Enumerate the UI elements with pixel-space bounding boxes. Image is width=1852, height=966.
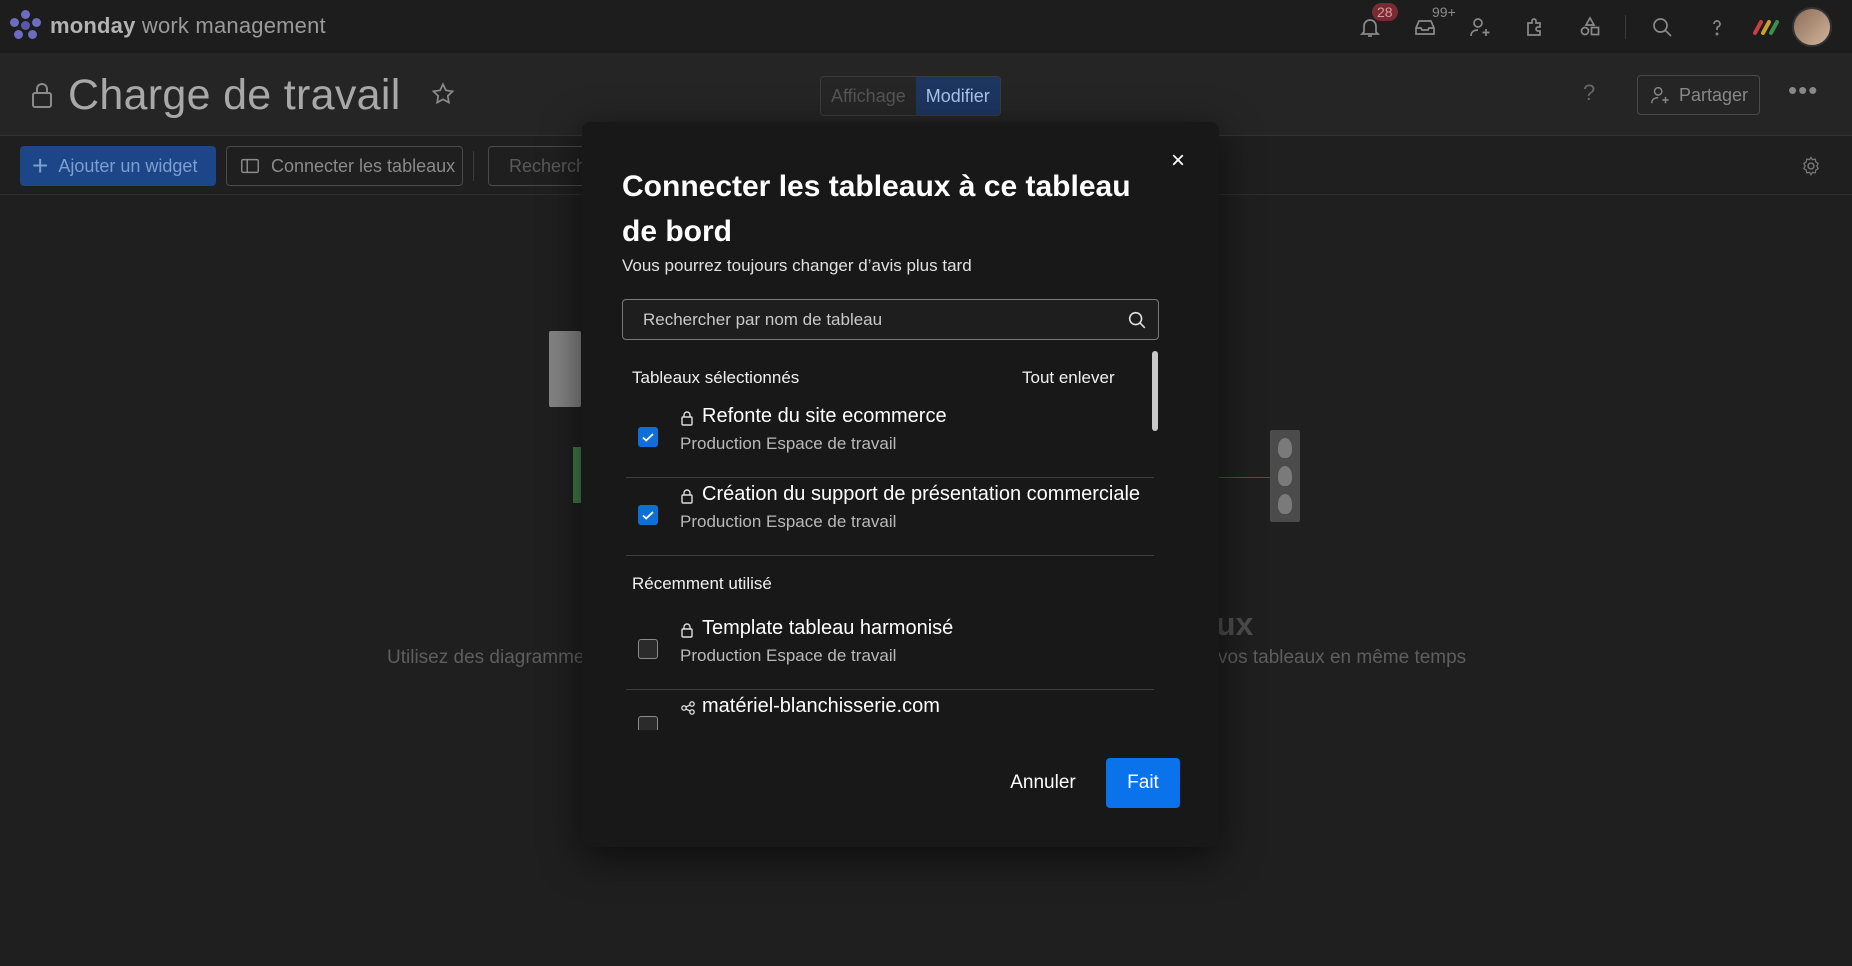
brand[interactable]: monday work management [10,10,326,42]
board-name: matériel-blanchisserie.com [702,695,940,717]
workspace-name: Production Espace de travail [680,512,897,531]
marketplace-icon [1580,15,1599,35]
checkbox-checked[interactable] [638,505,658,525]
add-widget-button[interactable]: + Ajouter un widget [20,146,216,186]
add-user-icon [1469,17,1489,36]
lock-icon [681,623,693,638]
board-list: Tableaux sélectionnés Tout enlever Refon… [622,352,1182,730]
list-item[interactable]: Refonte du site ecommerce Production Esp… [626,400,1154,478]
cancel-button[interactable]: Annuler [996,758,1090,808]
board-layout-icon [241,158,259,174]
connect-boards-button[interactable]: Connecter les tableaux [226,146,463,186]
connect-boards-label: Connecter les tableaux [271,155,456,176]
close-icon[interactable]: × [1167,149,1189,173]
recent-boards-header: Récemment utilisé [632,574,772,593]
checkmark-icon [642,433,654,442]
page-title[interactable]: Charge de travail [68,71,401,120]
clear-all-button[interactable]: Tout enlever [1022,368,1115,388]
checkbox-unchecked[interactable] [638,639,658,659]
view-mode-button[interactable]: Affichage [821,77,916,115]
list-item[interactable]: Création du support de présentation comm… [626,478,1154,556]
empty-state-description: vos tableaux en même temps [1218,647,1467,668]
decorative-line [1218,477,1270,478]
add-widget-label: Ajouter un widget [58,155,198,176]
notifications-button[interactable]: 28 [1342,0,1398,53]
lock-icon [681,411,693,426]
empty-state-description: Utilisez des diagramme [387,647,585,668]
people-preview-image [1270,430,1300,522]
empty-state-title: ux [1216,606,1254,642]
checkbox-checked[interactable] [638,427,658,447]
brand-name: monday work management [50,13,326,38]
search-icon [1652,17,1672,37]
help-button[interactable] [1689,0,1744,53]
search-button[interactable] [1634,0,1689,53]
top-icons: 28 99+ [1342,0,1852,53]
selected-boards-header: Tableaux sélectionnés [632,368,800,387]
share-button[interactable]: Partager [1637,75,1760,115]
share-icon [681,701,695,715]
more-options-button[interactable]: ••• [1788,75,1818,106]
user-avatar[interactable] [1792,6,1832,47]
inbox-button[interactable]: 99+ [1397,0,1456,53]
invite-members-button[interactable] [1452,0,1507,53]
dialog-subtitle: Vous pourrez toujours changer d’avis plu… [622,256,972,275]
workspace-name: Production Espace de travail [680,646,897,665]
connect-boards-dialog: × Connecter les tableaux à ce tableau de… [582,122,1219,847]
view-mode-toggle: Affichage Modifier [820,76,1001,116]
lock-icon [32,83,52,108]
lock-icon [681,489,693,504]
workspace-name: Production Espace de travail [680,434,897,453]
favorite-star-icon[interactable] [430,81,456,107]
top-divider [1625,14,1626,39]
integrations-button[interactable] [1507,0,1562,53]
product-switcher-icon [1753,19,1779,35]
done-button[interactable]: Fait [1106,758,1180,808]
list-item[interactable]: matériel-blanchisserie.com [626,690,1154,730]
dialog-title: Connecter les tableaux à ce tableau de b… [622,170,1131,248]
board-search-input[interactable] [623,300,1158,339]
checkbox-unchecked[interactable] [638,716,658,730]
list-item[interactable]: Template tableau harmonisé Production Es… [626,612,1154,690]
checkmark-icon [642,511,654,520]
top-bar: monday work management 28 99+ [0,0,1852,53]
board-search-field [622,299,1159,340]
notifications-badge: 28 [1372,3,1398,21]
edit-mode-button[interactable]: Modifier [915,77,1000,115]
add-user-icon [1650,86,1669,104]
apps-marketplace-button[interactable] [1562,0,1617,53]
search-icon[interactable] [1126,309,1148,331]
product-switcher-button[interactable] [1744,7,1788,47]
plus-icon: + [32,150,49,181]
board-name: Création du support de présentation comm… [702,483,1141,505]
share-label: Partager [1678,84,1749,105]
board-name: Refonte du site ecommerce [702,405,947,427]
gear-icon[interactable] [1800,155,1822,177]
help-icon [1712,19,1721,35]
monday-logo-icon [10,10,42,42]
board-help-button[interactable]: ? [1583,80,1595,106]
widget-preview-image [549,331,581,407]
puzzle-icon [1526,17,1541,36]
toolbar-divider [473,151,474,181]
widget-preview-image [573,447,581,503]
board-name: Template tableau harmonisé [702,617,954,639]
